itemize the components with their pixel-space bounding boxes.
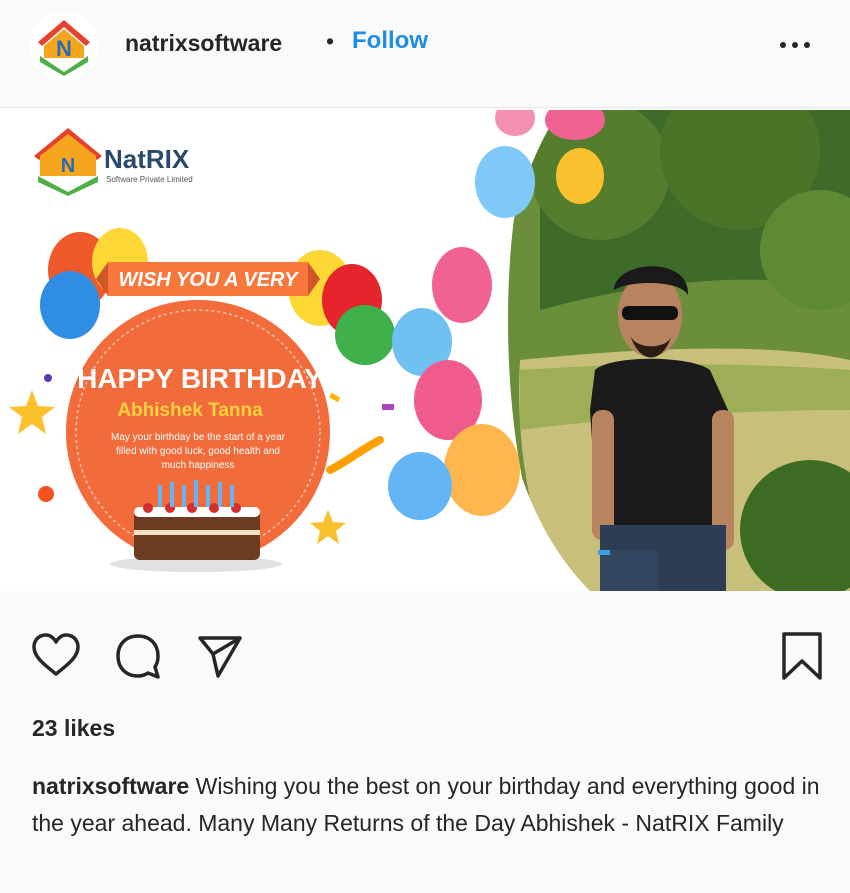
brand-name: NatRIX [104, 144, 190, 174]
profile-avatar[interactable]: N [30, 12, 98, 80]
post-image[interactable]: N NatRIX Software Private Limited WISH Y… [0, 110, 850, 591]
post-username[interactable]: natrixsoftware [125, 30, 282, 57]
birthday-graphic: N NatRIX Software Private Limited WISH Y… [0, 110, 850, 591]
post-caption: natrixsoftware Wishing you the best on y… [32, 768, 822, 842]
bookmark-icon[interactable] [776, 630, 828, 682]
caption-username[interactable]: natrixsoftware [32, 773, 189, 799]
separator-dot: • [326, 28, 335, 54]
more-options-icon[interactable] [775, 30, 815, 60]
likes-count[interactable]: 23 likes [32, 715, 115, 742]
comment-icon[interactable] [112, 630, 164, 682]
natrix-logo-icon: N [30, 12, 98, 80]
post-actions [0, 620, 850, 690]
heart-icon[interactable] [30, 630, 82, 682]
message-line-1: May your birthday be the start of a year [111, 432, 286, 443]
message-line-3: much happiness [162, 460, 235, 471]
brand-subtitle: Software Private Limited [106, 175, 193, 184]
birthday-headline: HAPPY BIRTHDAY [77, 363, 323, 394]
send-icon[interactable] [194, 630, 246, 682]
svg-text:N: N [56, 36, 72, 61]
message-line-2: filled with good luck, good health and [116, 446, 280, 457]
follow-button[interactable]: Follow [352, 27, 428, 55]
person-name: Abhishek Tanna [117, 400, 263, 421]
post-header: N natrixsoftware • Follow [0, 0, 850, 108]
svg-text:N: N [61, 155, 75, 177]
banner-text: WISH YOU A VERY [119, 269, 300, 291]
